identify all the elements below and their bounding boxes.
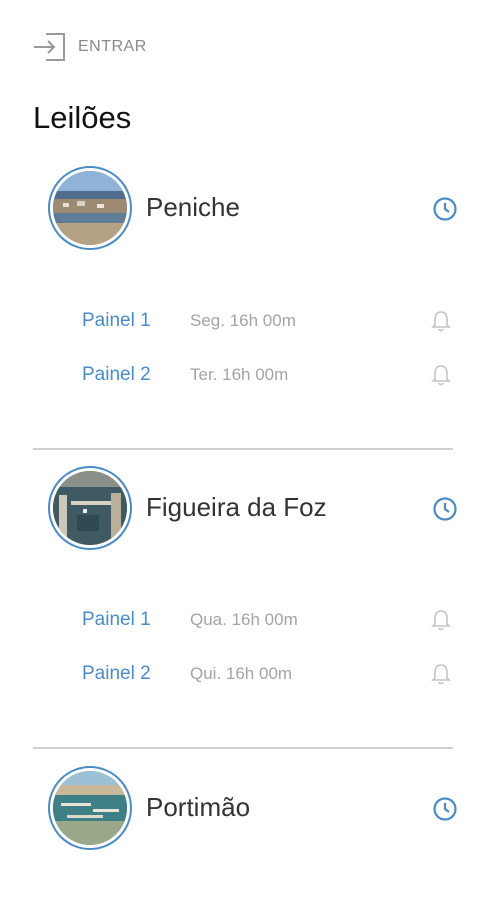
- panel-row: Painel 1 Seg. 16h 00m: [82, 307, 452, 335]
- login-arrow-icon: [34, 33, 65, 61]
- page-title: Leilões: [33, 100, 132, 135]
- port-photo-avatar: [48, 166, 132, 250]
- panel-link[interactable]: Painel 1: [82, 310, 190, 332]
- port-header[interactable]: Figueira da Foz: [48, 466, 458, 554]
- port-photo-avatar: [48, 466, 132, 550]
- bell-icon[interactable]: [430, 363, 452, 387]
- panel-link[interactable]: Painel 2: [82, 364, 190, 386]
- port-header[interactable]: Portimão: [48, 766, 458, 854]
- section-divider: [33, 747, 453, 749]
- port-header[interactable]: Peniche: [48, 166, 458, 254]
- port-name: Figueira da Foz: [146, 492, 327, 522]
- clock-icon[interactable]: [432, 496, 458, 522]
- harbor-photo: [53, 171, 127, 245]
- port-name: Peniche: [146, 192, 240, 222]
- bell-icon[interactable]: [430, 608, 452, 632]
- panel-time: Qui. 16h 00m: [190, 664, 293, 683]
- bell-icon[interactable]: [430, 309, 452, 333]
- panel-row: Painel 1 Qua. 16h 00m: [82, 606, 452, 634]
- harbor-photo: [53, 471, 127, 545]
- login-label: ENTRAR: [78, 38, 147, 55]
- bell-icon[interactable]: [430, 662, 452, 686]
- login-button[interactable]: ENTRAR: [32, 30, 147, 64]
- port-photo-avatar: [48, 766, 132, 850]
- panel-time: Seg. 16h 00m: [190, 311, 296, 330]
- panel-link[interactable]: Painel 2: [82, 663, 190, 685]
- panel-row: Painel 2 Qui. 16h 00m: [82, 660, 452, 688]
- panel-time: Ter. 16h 00m: [190, 365, 289, 384]
- panel-row: Painel 2 Ter. 16h 00m: [82, 361, 452, 389]
- panel-time: Qua. 16h 00m: [190, 610, 298, 629]
- port-name: Portimão: [146, 792, 251, 822]
- harbor-photo: [53, 771, 127, 845]
- clock-icon[interactable]: [432, 796, 458, 822]
- panel-link[interactable]: Painel 1: [82, 609, 190, 631]
- section-divider: [33, 448, 453, 450]
- clock-icon[interactable]: [432, 196, 458, 222]
